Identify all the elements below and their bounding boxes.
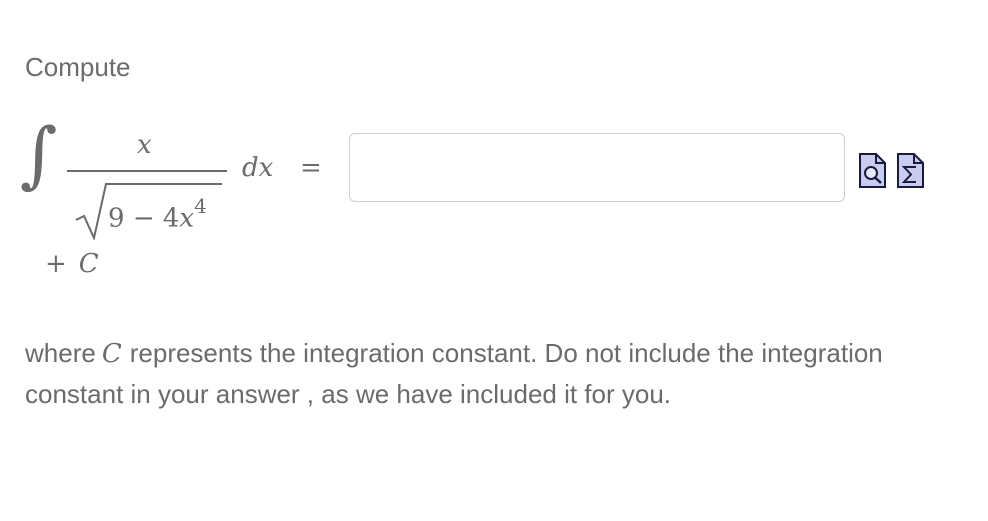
question-prompt: Compute <box>25 52 131 82</box>
preview-magnifier-icon[interactable] <box>858 150 888 190</box>
differential: dx <box>242 153 274 183</box>
instructions-body: represents the integration constant. Do … <box>25 338 883 409</box>
equals-sign: = <box>300 153 322 183</box>
square-root: 9 − 4x4 <box>74 178 224 240</box>
plus-constant: + C <box>45 249 99 279</box>
instructions-constant: C <box>101 339 122 369</box>
instructions-where: where <box>25 338 96 368</box>
radicand-exponent: 4 <box>194 194 207 218</box>
fraction-numerator: x <box>137 130 152 160</box>
radicand: 9 − 4x4 <box>108 194 207 234</box>
constant-c: C <box>78 249 99 279</box>
fraction-bar <box>67 170 227 172</box>
radicand-operator: − <box>132 203 155 234</box>
radicand-coefficient: 4 <box>162 203 180 234</box>
instructions-text: where Crepresents the integration constan… <box>25 333 975 414</box>
radicand-variable: x <box>179 203 195 234</box>
radicand-constant: 9 <box>108 203 125 234</box>
plus-sign: + <box>45 249 67 279</box>
answer-input[interactable] <box>349 133 845 202</box>
equation-editor-sigma-icon[interactable] <box>896 150 926 190</box>
integral-sign: ∫ <box>20 112 58 196</box>
